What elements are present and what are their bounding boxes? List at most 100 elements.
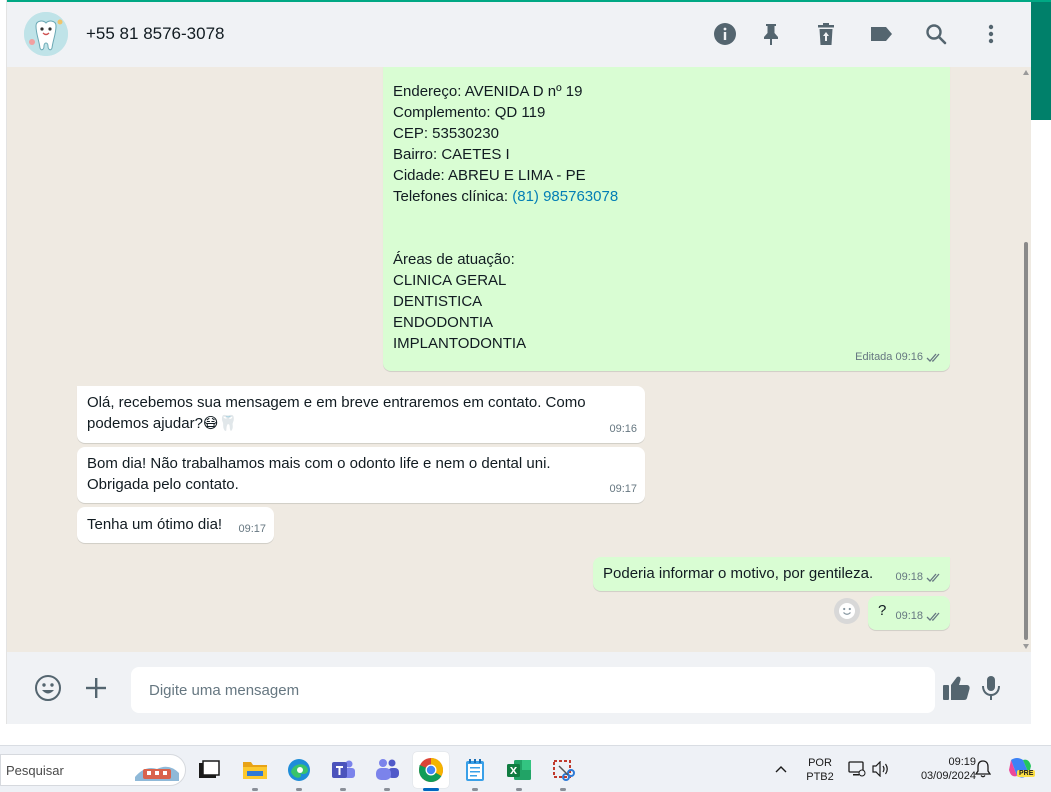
message-time: 09:18 (895, 610, 923, 622)
message-text: Bairro: CAETES I (393, 146, 510, 163)
taskbar-search-placeholder: Pesquisar (6, 763, 64, 778)
message-text: ENDODONTIA (393, 314, 494, 331)
message-meta: 09:18 (895, 606, 942, 627)
tray-overflow-button[interactable] (772, 760, 790, 778)
tray-network-volume[interactable] (848, 759, 892, 779)
taskbar-excel[interactable] (501, 752, 537, 791)
info-icon[interactable] (712, 21, 738, 47)
pin-icon[interactable] (758, 21, 784, 47)
message-text: Bom dia! Não trabalhamos mais com o odon… (87, 455, 551, 472)
contact-avatar[interactable] (24, 12, 68, 56)
network-icon (848, 761, 866, 777)
more-options-icon[interactable] (978, 21, 1004, 47)
message-text: Áreas de atuação: (393, 251, 515, 268)
scroll-up-icon[interactable] (1023, 70, 1029, 75)
message-text: Complemento: QD 119 (393, 104, 546, 121)
message-text: Poderia informar o motivo, por gentileza… (603, 565, 874, 582)
copilot-button[interactable]: PRE (1007, 756, 1036, 782)
label-icon[interactable] (868, 21, 894, 47)
snipping-tool-icon (553, 760, 575, 781)
message-input[interactable] (131, 667, 935, 713)
taskbar-edge[interactable] (281, 752, 317, 791)
message-meta: 09:17 (609, 479, 637, 500)
message-text: Endereço: AVENIDA D nº 19 (393, 83, 583, 100)
taskbar-task-view[interactable] (191, 752, 227, 788)
read-ticks-icon (926, 353, 940, 362)
message-text: podemos ajudar?😷🦷 (87, 415, 238, 432)
message-incoming[interactable]: Bom dia! Não trabalhamos mais com o odon… (77, 447, 645, 503)
taskbar-file-explorer[interactable] (237, 752, 273, 791)
read-ticks-icon (926, 573, 940, 582)
window-left-edge (0, 0, 7, 745)
message-time: 09:16 (609, 423, 637, 435)
message-time: 09:17 (609, 483, 637, 495)
message-outgoing[interactable]: Poderia informar o motivo, por gentileza… (593, 557, 950, 591)
teams-icon (332, 760, 355, 778)
clock-date: 03/09/2024 (920, 770, 976, 782)
emoji-button[interactable] (33, 673, 63, 703)
message-text: Tenha um ótimo dia! (87, 516, 223, 533)
taskbar-chrome[interactable] (413, 752, 449, 791)
taskbar-notepad[interactable] (457, 752, 493, 791)
taskbar-snipping-tool[interactable] (545, 752, 581, 791)
scroll-down-icon[interactable] (1023, 644, 1029, 649)
delete-icon[interactable] (813, 21, 839, 47)
thumbs-up-icon (943, 676, 970, 700)
task-view-icon (199, 760, 220, 778)
teams-new-icon (376, 759, 399, 780)
message-text: Cidade: ABREU E LIMA - PE (393, 167, 586, 184)
microphone-icon (982, 676, 1000, 700)
search-highlight-icon (135, 766, 179, 781)
language-code: POR (808, 757, 832, 769)
keyboard-layout: PTB2 (806, 771, 834, 783)
message-meta: Editada 09:16 (855, 347, 942, 368)
scroll-thumb[interactable] (1024, 242, 1028, 640)
taskbar-teams[interactable] (369, 752, 405, 791)
message-incoming[interactable]: Tenha um ótimo dia! 09:17 (77, 507, 274, 543)
attach-button[interactable] (81, 673, 111, 703)
message-text: Obrigada pelo contato. (87, 476, 239, 493)
edge-icon (288, 759, 310, 781)
message-text: Telefones clínica: (393, 188, 513, 205)
volume-icon (872, 761, 888, 777)
react-emoji-button[interactable] (834, 598, 860, 624)
chat-header: +55 81 8576-3078 (7, 0, 1031, 67)
message-text: Olá, recebemos sua mensagem e em breve e… (87, 394, 586, 411)
message-outgoing[interactable]: ? 09:18 (868, 596, 950, 630)
voice-message-button[interactable] (976, 673, 1006, 703)
message-time: 09:17 (238, 523, 266, 535)
message-composer (7, 652, 1031, 724)
message-time: Editada 09:16 (855, 351, 923, 363)
emoji-icon (35, 675, 61, 701)
message-text: CLINICA GERAL (393, 272, 507, 289)
clock-time: 09:19 (948, 756, 976, 768)
plus-icon (86, 678, 106, 698)
like-button[interactable] (941, 673, 971, 703)
windows-taskbar: Pesquisar POR PTB2 09:19 03/09/2024 PRE (0, 745, 1051, 792)
message-incoming[interactable]: Olá, recebemos sua mensagem e em breve e… (77, 386, 645, 443)
message-outgoing-clinic-info[interactable]: Endereço: AVENIDA D nº 19 Complemento: Q… (383, 67, 950, 371)
input-language-indicator[interactable]: POR PTB2 (802, 756, 838, 784)
message-list[interactable]: Endereço: AVENIDA D nº 19 Complemento: Q… (7, 67, 1031, 652)
message-text: IMPLANTODONTIA (393, 335, 527, 352)
chevron-up-icon (775, 766, 787, 773)
window-right-edge (1031, 0, 1051, 745)
copilot-preview-badge: PRE (1017, 770, 1036, 777)
chat-scrollbar[interactable] (1021, 67, 1031, 652)
taskbar-clock[interactable]: 09:19 03/09/2024 (900, 755, 976, 783)
excel-icon (507, 760, 531, 780)
notepad-icon (466, 759, 484, 781)
taskbar-teams-classic[interactable] (325, 752, 361, 791)
search-icon[interactable] (923, 21, 949, 47)
chrome-icon (419, 758, 443, 783)
notifications-button[interactable] (974, 760, 993, 778)
right-accent-bar (1031, 0, 1051, 120)
message-time: 09:18 (895, 571, 923, 583)
taskbar-search[interactable]: Pesquisar (0, 754, 186, 786)
bell-icon (974, 760, 992, 778)
phone-link[interactable]: (81) 985763078 (512, 188, 618, 205)
message-text: CEP: 53530230 (393, 125, 499, 142)
folder-icon (243, 762, 267, 779)
message-meta: 09:17 (238, 519, 266, 540)
contact-name[interactable]: +55 81 8576-3078 (86, 24, 225, 44)
